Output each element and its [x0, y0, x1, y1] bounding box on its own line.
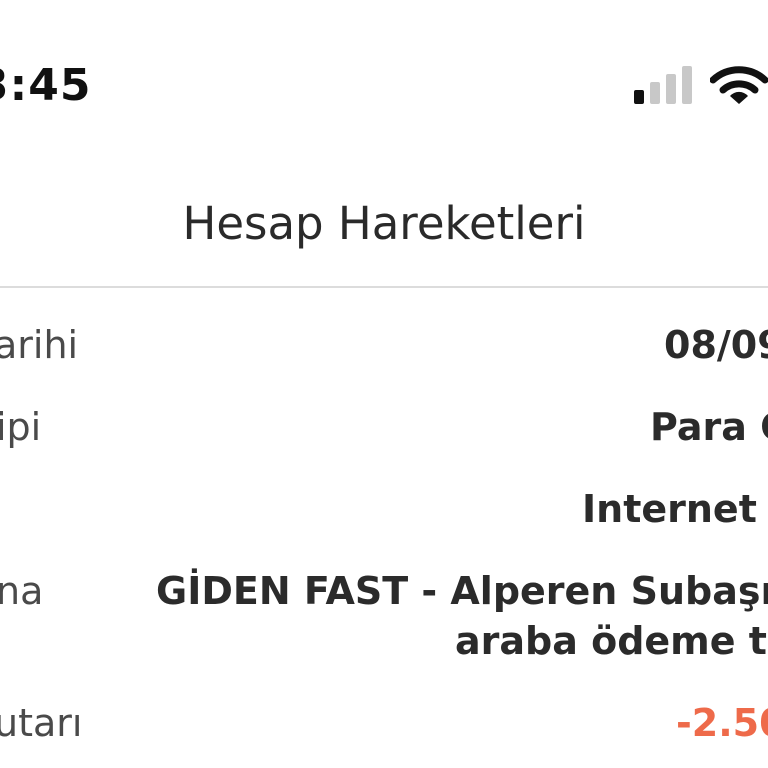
type-label: ipi	[0, 405, 42, 449]
transaction-detail-list: arihi 08/09 ipi Para Ç Internet - na GİD…	[0, 288, 768, 768]
status-bar: 3:45	[0, 0, 768, 150]
description-value-line2: araba ödeme tu	[455, 619, 768, 663]
navigation-bar: Hesap Hareketleri	[0, 180, 768, 288]
wifi-icon	[710, 66, 768, 104]
description-value-line1: GİDEN FAST - Alperen Subaşı -	[156, 569, 768, 613]
date-label: arihi	[0, 323, 79, 367]
screen: 3:45 Hesap Hareketleri arihi 08/09 ipi P…	[0, 0, 768, 768]
date-value: 08/09	[664, 323, 768, 367]
cellular-signal-icon	[634, 66, 692, 104]
amount-value: -2.50	[676, 701, 768, 745]
page-title: Hesap Hareketleri	[182, 197, 586, 250]
amount-label: utarı	[0, 701, 83, 745]
status-time: 3:45	[0, 60, 92, 111]
channel-value: Internet -	[582, 487, 768, 531]
type-value: Para Ç	[650, 405, 768, 449]
description-label: na	[0, 569, 44, 613]
